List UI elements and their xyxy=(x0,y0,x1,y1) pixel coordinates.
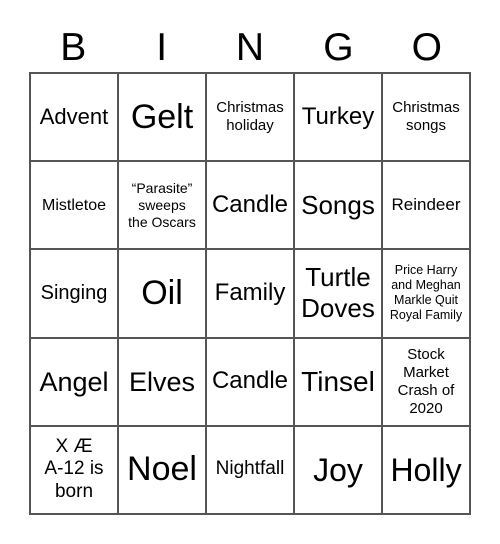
bingo-cell[interactable]: Advent xyxy=(30,73,118,162)
cell-text: Candle xyxy=(211,367,289,395)
cell-text: Nightfall xyxy=(215,458,285,480)
cell-text: Christmas holiday xyxy=(216,99,284,135)
bingo-grid: Advent Gelt Christmas holiday Turkey Christm… xyxy=(29,72,471,515)
cell-text: Price Harry and Meghan Markle Quit Royal… xyxy=(389,263,463,323)
cell-text: Turtle Doves xyxy=(301,262,375,324)
bingo-cell[interactable]: Joy xyxy=(294,425,382,514)
bingo-header: B I N G O xyxy=(29,24,471,72)
cell-text: Elves xyxy=(128,366,196,397)
bingo-cell[interactable]: Mistletoe xyxy=(30,161,118,250)
cell-text: Stock Market Crash of 2020 xyxy=(397,345,455,417)
bingo-cell[interactable]: Holly xyxy=(382,425,470,514)
bingo-cell[interactable]: Family xyxy=(206,249,294,338)
bingo-cell[interactable]: Candle xyxy=(206,161,294,250)
bingo-cell[interactable]: Turkey xyxy=(294,73,382,162)
cell-text: Turkey xyxy=(301,102,375,130)
bingo-cell[interactable]: Reindeer xyxy=(382,161,470,250)
header-letter-n: N xyxy=(235,26,265,69)
bingo-cell[interactable]: Turtle Doves xyxy=(294,249,382,338)
cell-text: Singing xyxy=(40,282,108,305)
bingo-cell[interactable]: Nightfall xyxy=(206,425,294,514)
cell-text: Songs xyxy=(301,189,375,220)
cell-text: Candle xyxy=(211,190,289,218)
bingo-cell[interactable]: X Æ A-12 is born xyxy=(30,425,118,514)
cell-text: Oil xyxy=(141,274,183,313)
bingo-cell[interactable]: Gelt xyxy=(118,73,206,162)
bingo-cell[interactable]: Songs xyxy=(294,161,382,250)
cell-text: Advent xyxy=(39,103,109,129)
bingo-cell[interactable]: Angel xyxy=(30,337,118,426)
cell-text: Christmas songs xyxy=(392,99,460,135)
bingo-cell[interactable]: Singing xyxy=(30,249,118,338)
bingo-cell[interactable]: Christmas songs xyxy=(382,73,470,162)
cell-text: X Æ A-12 is born xyxy=(44,435,104,503)
bingo-cell[interactable]: Noel xyxy=(118,425,206,514)
cell-text: Family xyxy=(214,279,286,307)
bingo-cell[interactable]: Christmas holiday xyxy=(206,73,294,162)
header-letter-b: B xyxy=(60,26,87,69)
cell-text: Gelt xyxy=(130,97,194,136)
cell-text: Reindeer xyxy=(391,195,461,215)
cell-text: Mistletoe xyxy=(41,196,107,214)
cell-text: Joy xyxy=(313,451,363,488)
cell-text: “Parasite” sweeps the Oscars xyxy=(128,180,196,230)
bingo-cell[interactable]: Oil xyxy=(118,249,206,338)
cell-text: Noel xyxy=(127,450,197,489)
bingo-cell[interactable]: Tinsel xyxy=(294,337,382,426)
cell-text: Tinsel xyxy=(301,365,375,397)
bingo-cell[interactable]: Stock Market Crash of 2020 xyxy=(382,337,470,426)
bingo-cell[interactable]: “Parasite” sweeps the Oscars xyxy=(118,161,206,250)
header-letter-o: O xyxy=(411,26,442,69)
bingo-cell[interactable]: Elves xyxy=(118,337,206,426)
cell-text: Holly xyxy=(390,451,462,488)
bingo-cell[interactable]: Candle xyxy=(206,337,294,426)
cell-text: Angel xyxy=(39,366,109,397)
bingo-cell[interactable]: Price Harry and Meghan Markle Quit Royal… xyxy=(382,249,470,338)
header-letter-g: G xyxy=(323,26,354,69)
header-letter-i: I xyxy=(156,26,168,69)
